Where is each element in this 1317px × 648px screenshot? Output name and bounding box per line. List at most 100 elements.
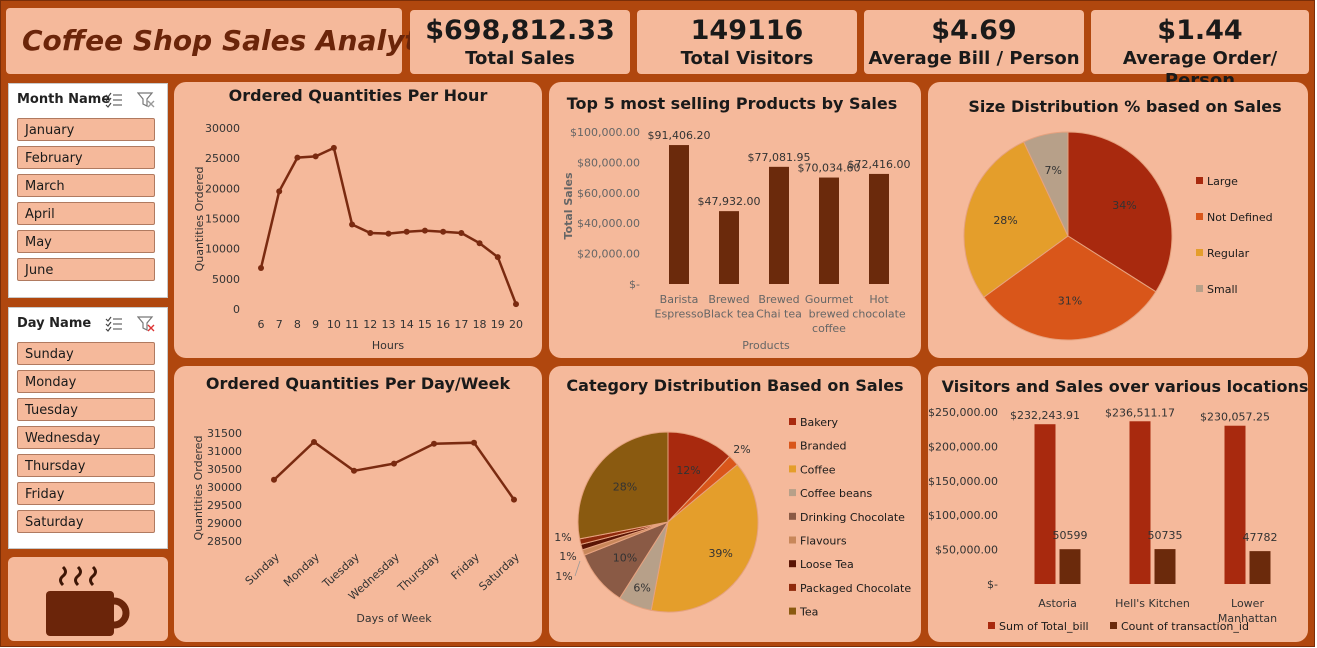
chart-size-card: Size Distribution % based on Sales 34% Lar… xyxy=(928,82,1308,358)
data-label: 1% xyxy=(555,570,572,583)
x-axis-title: Days of Week xyxy=(356,612,432,625)
x-tick-label: coffee xyxy=(812,322,846,335)
legend-swatch xyxy=(1196,177,1203,184)
y-tick-label: 30000 xyxy=(207,481,242,494)
chart-title: Visitors and Sales over various location… xyxy=(942,377,1308,396)
legend-swatch xyxy=(1196,213,1203,220)
legend-label: Small xyxy=(1207,283,1238,296)
x-tick-label: 8 xyxy=(294,318,301,331)
slicer-item-sunday[interactable]: Sunday xyxy=(17,342,155,365)
data-label: $47,932.00 xyxy=(698,195,761,208)
y-tick-label: $20,000.00 xyxy=(577,248,640,261)
y-tick-label: $- xyxy=(987,578,998,591)
title-card: Coffee Shop Sales Analytics xyxy=(6,8,461,74)
x-tick-label: Brewed xyxy=(758,293,799,306)
kpi-value: 149116 xyxy=(690,15,804,46)
logo-card xyxy=(8,557,168,641)
y-tick-label: $60,000.00 xyxy=(577,187,640,200)
data-label: 39% xyxy=(708,547,732,560)
y-tick-label: 29500 xyxy=(207,499,242,512)
x-tick-label: 12 xyxy=(363,318,377,331)
slicer-item-march[interactable]: March xyxy=(17,174,155,197)
legend-label: Not Defined xyxy=(1207,211,1273,224)
chart-daily-card: Ordered Quantities Per Day/Week 28500 2900… xyxy=(174,366,542,642)
x-tick-label: Astoria xyxy=(1038,597,1077,610)
slicer-item-january[interactable]: January xyxy=(17,118,155,141)
bar xyxy=(869,173,889,284)
coffee-cup-icon xyxy=(46,565,130,636)
data-point xyxy=(421,227,428,234)
legend-label: Coffee xyxy=(800,463,836,476)
series-line xyxy=(273,440,516,501)
data-point xyxy=(294,154,301,161)
data-label: 28% xyxy=(993,214,1017,227)
x-tick-label: Thursday xyxy=(395,550,443,595)
data-label: $91,406.20 xyxy=(648,129,711,142)
data-point xyxy=(351,467,357,474)
slicer-item-april[interactable]: April xyxy=(17,202,155,225)
data-label: 34% xyxy=(1112,199,1136,212)
slicer-item-friday[interactable]: Friday xyxy=(17,482,155,505)
x-tick-label: Saturday xyxy=(476,550,522,593)
chart-title: Category Distribution Based on Sales xyxy=(566,376,903,395)
slicer-item-saturday[interactable]: Saturday xyxy=(17,510,155,533)
multi-select-icon[interactable] xyxy=(105,316,123,332)
legend-swatch xyxy=(789,536,796,544)
bar xyxy=(1034,424,1056,584)
x-tick-label: Chai tea xyxy=(756,308,802,321)
data-point xyxy=(511,496,517,503)
bar xyxy=(819,177,839,284)
bar xyxy=(719,211,739,284)
legend-label: Branded xyxy=(800,440,847,453)
clear-filter-icon[interactable] xyxy=(137,316,155,332)
y-tick-label: 28500 xyxy=(207,535,242,548)
category-pie-chart: Category Distribution Based on Sales 12% B… xyxy=(554,376,911,619)
x-tick-label: Monday xyxy=(281,550,322,589)
legend-swatch xyxy=(1110,622,1117,629)
x-tick-label: 6 xyxy=(258,318,265,331)
data-point xyxy=(403,228,410,235)
legend-swatch xyxy=(789,418,796,425)
chart-hourly-card: Ordered Quantities Per Hour 0 5000 10000 150… xyxy=(174,82,542,358)
x-tick-label: Sunday xyxy=(243,550,283,588)
kpi-average-order: $1.44 Average Order/ Person xyxy=(1091,10,1309,91)
bar xyxy=(669,145,689,284)
y-tick-label: $150,000.00 xyxy=(928,475,998,488)
slicer-item-wednesday[interactable]: Wednesday xyxy=(17,426,155,449)
data-label: 7% xyxy=(1045,164,1062,177)
data-point xyxy=(513,301,519,308)
legend-label: Packaged Chocolate xyxy=(800,582,911,595)
x-tick-label: Friday xyxy=(449,550,483,582)
kpi-value: $1.44 xyxy=(1157,15,1243,46)
data-point xyxy=(476,240,483,247)
data-label: $230,057.25 xyxy=(1200,411,1270,424)
x-tick-label: 19 xyxy=(491,318,505,331)
y-tick-label: 25000 xyxy=(205,152,240,165)
clear-filter-icon[interactable] xyxy=(137,92,155,108)
slicer-item-june[interactable]: June xyxy=(17,258,155,281)
legend-label: Loose Tea xyxy=(800,558,854,571)
slicer-item-thursday[interactable]: Thursday xyxy=(17,454,155,477)
y-tick-label: $250,000.00 xyxy=(928,406,998,419)
chart-title: Ordered Quantities Per Hour xyxy=(229,86,488,105)
y-axis-title: Total Sales xyxy=(562,172,575,239)
y-tick-label: 31500 xyxy=(207,427,242,440)
x-tick-label: Lower xyxy=(1231,597,1264,610)
multi-select-icon[interactable] xyxy=(105,92,123,108)
x-tick-label: 18 xyxy=(473,318,487,331)
slicer-item-february[interactable]: February xyxy=(17,146,155,169)
data-label: 12% xyxy=(676,464,700,477)
x-tick-label: 16 xyxy=(436,318,450,331)
slicer-header: Month Name xyxy=(17,92,111,107)
slicer-item-tuesday[interactable]: Tuesday xyxy=(17,398,155,421)
kpi-label: Total Visitors xyxy=(680,48,814,69)
slicer-item-may[interactable]: May xyxy=(17,230,155,253)
data-point xyxy=(431,440,437,447)
kpi-total-sales: $698,812.33 Total Sales xyxy=(410,10,630,74)
legend-swatch xyxy=(789,465,796,473)
y-tick-label: 10000 xyxy=(205,243,240,256)
data-point xyxy=(330,144,337,151)
slicer-item-monday[interactable]: Monday xyxy=(17,370,155,393)
y-tick-label: 29000 xyxy=(207,517,242,530)
y-tick-label: 20000 xyxy=(205,182,240,195)
